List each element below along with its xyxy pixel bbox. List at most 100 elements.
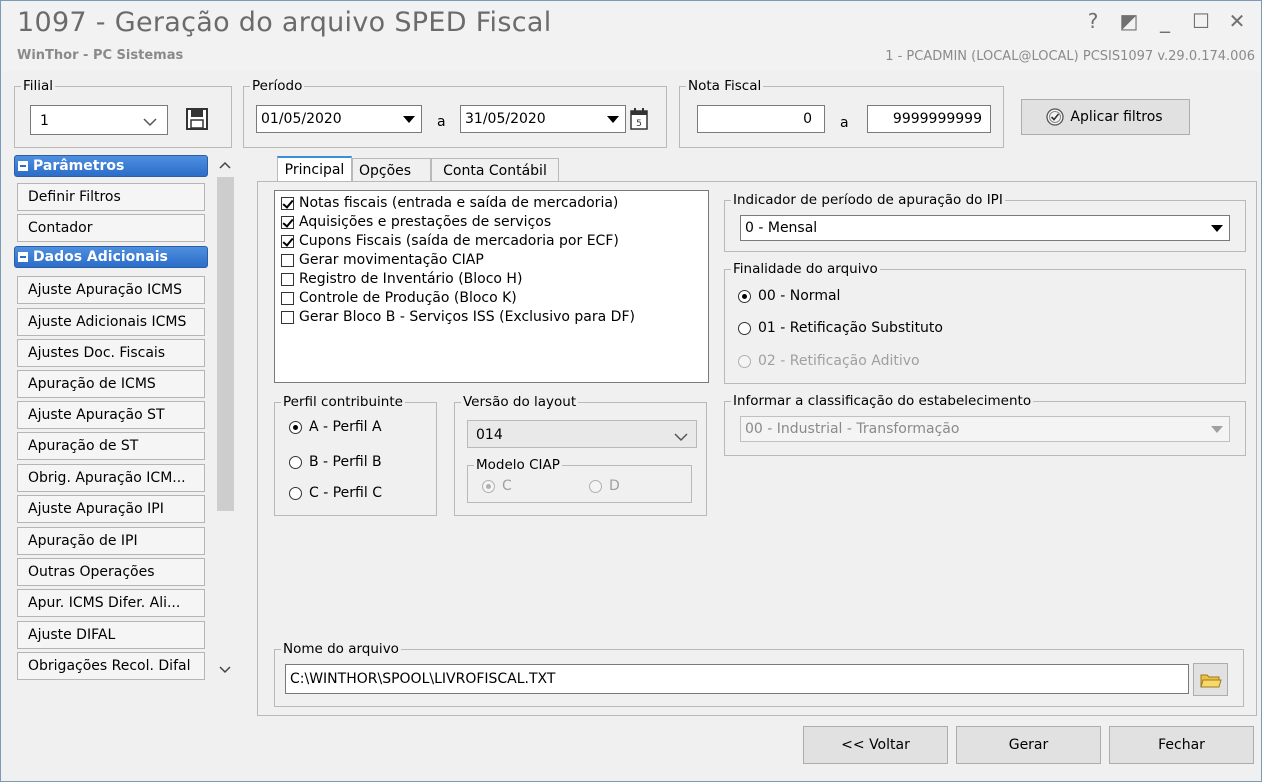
periodo-group: Período 01/05/2020 a 31/05/2020 5 [243,78,667,148]
check-label: Gerar Bloco B - Serviços ISS (Exclusivo … [299,309,635,325]
sidebar-item[interactable]: Ajuste Apuração ICMS [17,276,205,304]
periodo-end-value: 31/05/2020 [465,111,546,127]
sidebar-item[interactable]: Apuração de ST [17,432,205,460]
tab-label: Conta Contábil [443,163,547,179]
sidebar-item[interactable]: Apur. ICMS Difer. Ali... [17,589,205,617]
sidebar: Parâmetros Definir Filtros Contador Dado… [14,155,237,687]
check-label: Cupons Fiscais (saída de mercadoria por … [299,233,619,249]
scroll-up-icon[interactable] [214,155,236,175]
radio-label: 01 - Retificação Substituto [758,320,943,336]
sidebar-item-definir-filtros[interactable]: Definir Filtros [17,183,205,211]
finalidade-legend: Finalidade do arquivo [731,261,880,277]
check-label: Aquisições e prestações de serviços [299,214,552,230]
tab-label: Principal [284,162,345,178]
checkbox[interactable] [281,254,294,267]
collapse-icon[interactable] [18,252,28,262]
nota-fiscal-start-input[interactable]: 0 [697,105,825,133]
svg-text:5: 5 [636,119,642,129]
file-path-input[interactable]: C:\WINTHOR\SPOOL\LIVROFISCAL.TXT [285,664,1189,694]
apply-filters-button[interactable]: Aplicar filtros [1021,99,1190,135]
nome-arquivo-legend: Nome do arquivo [281,641,401,657]
generate-label: Gerar [1008,737,1049,753]
perfil-group: Perfil contribuinte A - Perfil A B - Per… [274,394,437,516]
section-header-dados-adicionais[interactable]: Dados Adicionais [14,246,208,268]
modelo-ciap-group: Modelo CIAP C D [467,457,692,503]
title-bar: 1097 - Geração do arquivo SPED Fiscal Wi… [1,1,1261,71]
sidebar-item-contador[interactable]: Contador [17,214,205,242]
dropdown-arrow-icon[interactable] [602,108,624,130]
dropdown-arrow-icon[interactable] [398,108,420,130]
sidebar-item[interactable]: Ajuste DIFAL [17,621,205,649]
checkbox-checked[interactable] [281,235,294,248]
nota-fiscal-end-input[interactable]: 9999999999 [867,105,991,133]
scrollbar-thumb[interactable] [217,177,234,511]
browse-folder-button[interactable] [1193,663,1228,696]
classificacao-select: 00 - Industrial - Transformação [740,416,1230,442]
sidebar-item[interactable]: Apuração de ICMS [17,370,205,398]
radio[interactable] [289,487,302,500]
radio-selected[interactable] [289,421,302,434]
radio[interactable] [289,456,302,469]
restore-icon[interactable]: ◩ [1119,9,1139,33]
window-controls: ? ◩ _ ☐ ✕ [1083,9,1247,33]
periodo-start-date[interactable]: 01/05/2020 [256,105,422,133]
sidebar-item[interactable]: Ajustes Doc. Fiscais [17,339,205,367]
ipi-legend: Indicador de período de apuração do IPI [731,192,1005,208]
radio-label: C - Perfil C [309,485,382,501]
save-icon[interactable] [186,108,208,130]
help-icon[interactable]: ? [1083,9,1103,33]
checkbox[interactable] [281,273,294,286]
close-button[interactable]: Fechar [1109,726,1254,764]
generate-button[interactable]: Gerar [956,726,1101,764]
sidebar-item[interactable]: Ajuste Apuração IPI [17,495,205,523]
options-checklist: Notas fiscais (entrada e saída de mercad… [274,190,709,383]
chevron-down-icon [674,433,688,442]
checkbox-checked[interactable] [281,197,294,210]
back-button[interactable]: << Voltar [803,726,948,764]
versao-select[interactable]: 014 [467,420,697,448]
checkbox[interactable] [281,292,294,305]
dropdown-arrow-icon[interactable] [1206,217,1228,239]
calendar-icon[interactable]: 5 [628,107,650,131]
sidebar-item[interactable]: Obrig. Apuração ICM... [17,464,205,492]
dropdown-arrow-icon [1206,418,1228,440]
sidebar-item-label: Outras Operações [28,564,155,580]
versao-group: Versão do layout 014 Modelo CIAP C D [454,394,707,516]
window-subtitle: WinThor - PC Sistemas [17,48,184,63]
sidebar-scrollbar[interactable] [214,155,236,687]
sidebar-item[interactable]: Ajuste Adicionais ICMS [17,308,205,336]
sidebar-item-label: Obrigações Recol. Difal [28,658,191,674]
filial-select[interactable]: 1 [30,105,168,135]
sidebar-item[interactable]: Obrigações Recol. Difal [17,652,205,680]
tab-opcoes[interactable]: Opções [352,158,431,182]
sidebar-item-label: Apuração de ICMS [28,376,156,392]
folder-icon [1200,674,1222,688]
nota-fiscal-start-value: 0 [803,111,812,127]
ipi-select[interactable]: 0 - Mensal [740,215,1230,241]
sidebar-item[interactable]: Outras Operações [17,558,205,586]
tab-conta-contabil[interactable]: Conta Contábil [431,158,559,182]
sidebar-item[interactable]: Apuração de IPI [17,527,205,555]
checkbox[interactable] [281,311,294,324]
ipi-value: 0 - Mensal [745,220,818,236]
scroll-down-icon[interactable] [214,659,236,679]
maximize-icon[interactable]: ☐ [1191,9,1211,33]
close-label: Fechar [1158,737,1205,753]
window-title: 1097 - Geração do arquivo SPED Fiscal [17,7,552,38]
sidebar-item-label: Apur. ICMS Difer. Ali... [28,595,181,611]
radio-label: B - Perfil B [309,454,382,470]
collapse-icon[interactable] [18,161,28,171]
versao-value: 014 [476,427,503,443]
radio[interactable] [738,322,751,335]
minimize-icon[interactable]: _ [1155,9,1175,33]
section-header-parametros[interactable]: Parâmetros [14,155,208,177]
close-icon[interactable]: ✕ [1227,9,1247,33]
sidebar-item[interactable]: Ajuste Apuração ST [17,401,205,429]
nota-fiscal-separator: a [840,115,849,131]
checkbox-checked[interactable] [281,216,294,229]
periodo-end-date[interactable]: 31/05/2020 [460,105,626,133]
filial-group: Filial 1 [14,78,232,148]
tab-principal[interactable]: Principal [277,156,352,183]
section-title: Parâmetros [33,158,125,174]
radio-selected[interactable] [738,290,751,303]
